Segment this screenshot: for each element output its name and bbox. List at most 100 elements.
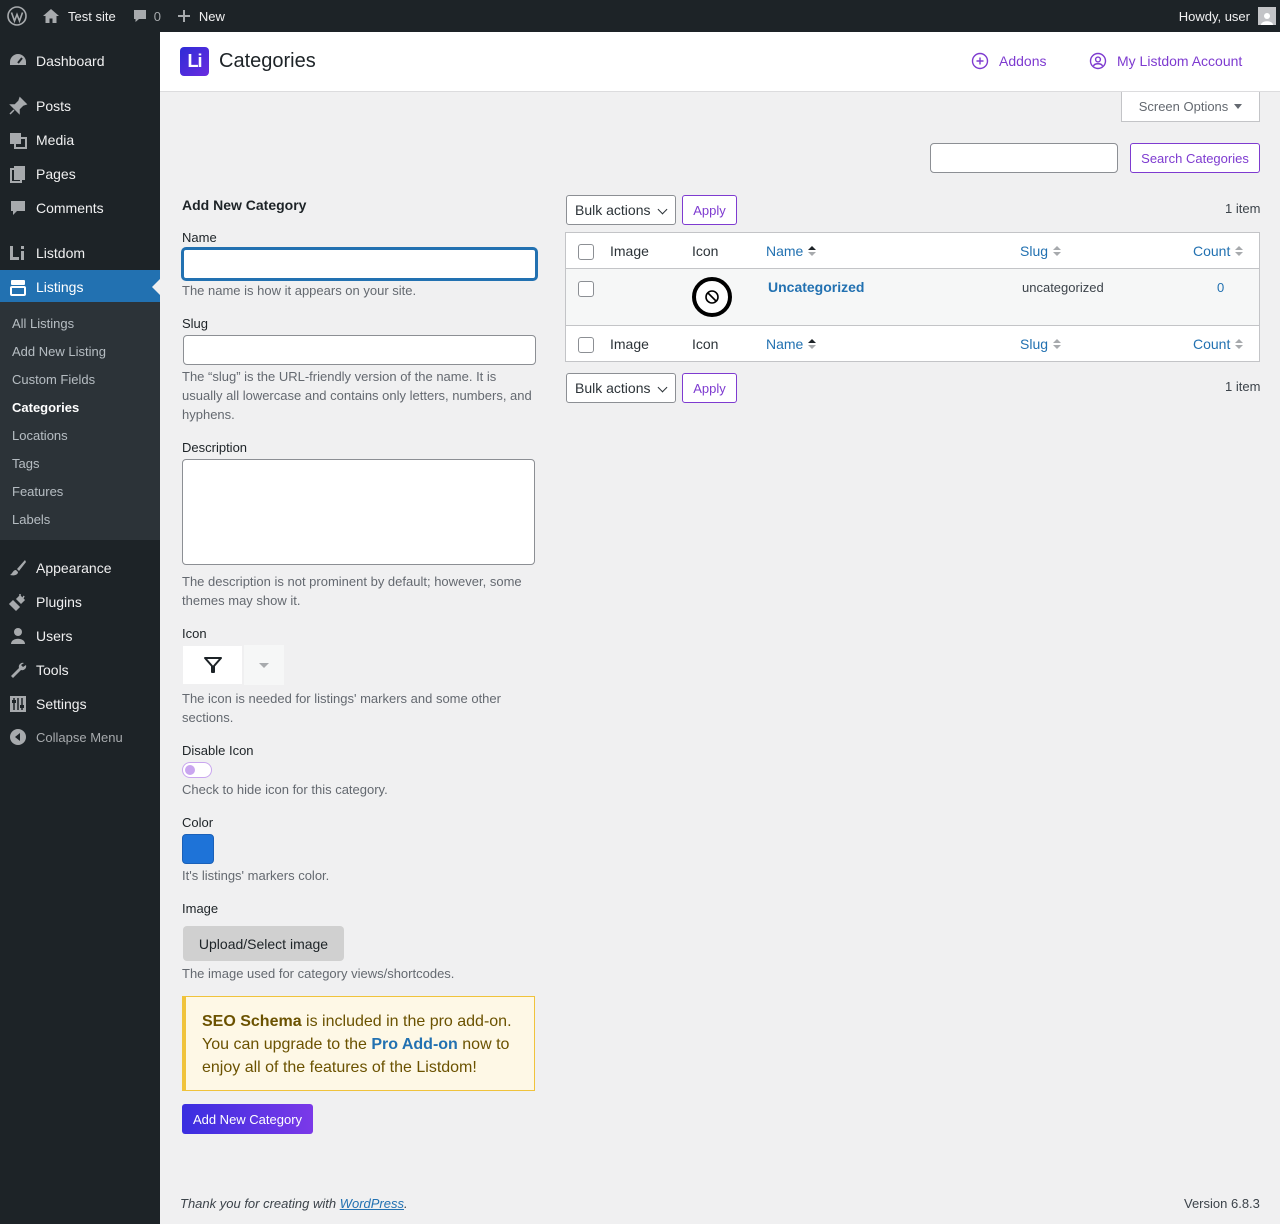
ban-icon bbox=[692, 277, 732, 317]
my-account-button[interactable]: My Listdom Account bbox=[1089, 52, 1242, 70]
sidebar-item-listings[interactable]: Listings bbox=[0, 270, 160, 304]
dashboard-icon bbox=[0, 51, 36, 71]
select-all-checkbox-top[interactable] bbox=[578, 244, 594, 260]
submenu-custom-fields[interactable]: Custom Fields bbox=[12, 372, 95, 387]
submenu-locations[interactable]: Locations bbox=[12, 428, 68, 443]
new-content-link[interactable]: New bbox=[169, 0, 233, 32]
admin-bar: Test site 0 New Howdy, user bbox=[0, 0, 1280, 32]
sidebar-item-settings[interactable]: Settings bbox=[0, 687, 160, 721]
pages-icon bbox=[0, 164, 36, 184]
sidebar-item-dashboard[interactable]: Dashboard bbox=[0, 44, 160, 78]
categories-table: Image Icon Name Slug Count Uncategorized… bbox=[565, 232, 1260, 362]
bulk-actions-select-bottom[interactable]: Bulk actions bbox=[566, 373, 676, 403]
column-name-sort[interactable]: Name bbox=[766, 243, 817, 259]
sidebar-item-media[interactable]: Media bbox=[0, 123, 160, 157]
sort-indicator-icon bbox=[808, 246, 817, 256]
submenu-all-listings[interactable]: All Listings bbox=[12, 316, 74, 331]
bulk-actions-select-top[interactable]: Bulk actions bbox=[566, 195, 676, 225]
category-count-link[interactable]: 0 bbox=[1217, 280, 1224, 295]
submenu-tags[interactable]: Tags bbox=[12, 456, 39, 471]
collapse-menu-button[interactable]: Collapse Menu bbox=[0, 720, 160, 754]
caret-down-icon bbox=[259, 662, 269, 668]
listings-submenu: All Listings Add New Listing Custom Fiel… bbox=[0, 302, 160, 540]
sidebar-item-label: Users bbox=[36, 628, 73, 644]
column-count-sort[interactable]: Count bbox=[1193, 243, 1244, 259]
admin-sidebar: Dashboard Posts Media Pages Comments Lis… bbox=[0, 32, 160, 1224]
comments-count: 0 bbox=[153, 8, 161, 24]
apply-button-bottom[interactable]: Apply bbox=[682, 373, 737, 403]
addons-link[interactable]: Addons bbox=[971, 52, 1046, 70]
comment-icon bbox=[0, 198, 36, 218]
column-image-footer: Image bbox=[610, 336, 649, 352]
submenu-labels[interactable]: Labels bbox=[12, 512, 50, 527]
column-image: Image bbox=[610, 243, 649, 259]
comments-link[interactable]: 0 bbox=[124, 0, 169, 32]
brush-icon bbox=[0, 558, 36, 578]
column-count-label: Count bbox=[1193, 336, 1231, 352]
sidebar-item-listdom[interactable]: Listdom bbox=[0, 236, 160, 270]
sidebar-item-label: Pages bbox=[36, 166, 76, 182]
row-checkbox[interactable] bbox=[578, 281, 594, 297]
sliders-icon bbox=[0, 694, 36, 714]
bulk-actions-label: Bulk actions bbox=[575, 380, 651, 396]
upload-image-button[interactable]: Upload/Select image bbox=[183, 926, 344, 961]
sort-indicator-icon bbox=[1235, 339, 1244, 349]
icon-picker-dropdown[interactable] bbox=[244, 645, 284, 685]
plus-icon bbox=[177, 10, 190, 22]
pro-addon-link[interactable]: Pro Add-on bbox=[371, 1036, 458, 1053]
my-account-link[interactable]: Howdy, user bbox=[1171, 0, 1280, 32]
column-count-sort-footer[interactable]: Count bbox=[1193, 336, 1244, 352]
wordpress-logo-icon[interactable] bbox=[0, 0, 34, 32]
chevron-down-icon bbox=[657, 382, 668, 393]
new-label: New bbox=[198, 8, 225, 24]
select-all-checkbox-bottom[interactable] bbox=[578, 337, 594, 353]
listdom-logo-icon bbox=[0, 243, 36, 263]
pro-addon-notice: SEO Schema is included in the pro add-on… bbox=[182, 996, 535, 1091]
site-name-link[interactable]: Test site bbox=[34, 0, 124, 32]
sidebar-item-plugins[interactable]: Plugins bbox=[0, 585, 160, 619]
screen-options-button[interactable]: Screen Options bbox=[1121, 92, 1260, 122]
submenu-categories[interactable]: Categories bbox=[12, 400, 79, 415]
sidebar-item-pages[interactable]: Pages bbox=[0, 157, 160, 191]
filter-icon[interactable] bbox=[182, 645, 243, 685]
image-label: Image bbox=[182, 901, 219, 916]
footer-thanks-text: Thank you for creating with bbox=[180, 1196, 340, 1211]
search-input[interactable] bbox=[930, 143, 1118, 173]
divider bbox=[566, 325, 1259, 326]
disable-icon-description: Check to hide icon for this category. bbox=[182, 782, 388, 797]
column-slug-sort-footer[interactable]: Slug bbox=[1020, 336, 1062, 352]
name-field[interactable] bbox=[182, 248, 537, 280]
disable-icon-toggle[interactable] bbox=[182, 762, 212, 778]
sidebar-item-comments[interactable]: Comments bbox=[0, 191, 160, 225]
apply-button-top[interactable]: Apply bbox=[682, 195, 737, 225]
user-icon bbox=[0, 626, 36, 646]
slug-field[interactable] bbox=[183, 335, 536, 365]
submenu-add-new-listing[interactable]: Add New Listing bbox=[12, 344, 106, 359]
greeting: Howdy, user bbox=[1178, 8, 1250, 24]
sidebar-item-appearance[interactable]: Appearance bbox=[0, 551, 160, 585]
search-categories-button[interactable]: Search Categories bbox=[1130, 143, 1260, 173]
comment-icon bbox=[133, 10, 146, 22]
submenu-features[interactable]: Features bbox=[12, 484, 63, 499]
sidebar-item-users[interactable]: Users bbox=[0, 619, 160, 653]
sort-indicator-icon bbox=[1053, 339, 1062, 349]
site-name: Test site bbox=[68, 8, 116, 24]
wrench-icon bbox=[0, 660, 36, 680]
sidebar-item-tools[interactable]: Tools bbox=[0, 653, 160, 687]
column-name-sort-footer[interactable]: Name bbox=[766, 336, 817, 352]
media-icon bbox=[0, 130, 36, 150]
column-slug-label: Slug bbox=[1020, 243, 1049, 259]
column-slug-sort[interactable]: Slug bbox=[1020, 243, 1062, 259]
category-name-link[interactable]: Uncategorized bbox=[768, 279, 864, 295]
description-help: The description is not prominent by defa… bbox=[182, 574, 522, 608]
sidebar-item-posts[interactable]: Posts bbox=[0, 89, 160, 123]
items-count-top: 1 item bbox=[1225, 201, 1261, 216]
add-new-category-button[interactable]: Add New Category bbox=[182, 1104, 313, 1134]
color-picker-swatch[interactable] bbox=[182, 834, 214, 864]
bulk-actions-label: Bulk actions bbox=[575, 202, 651, 218]
sidebar-item-label: Plugins bbox=[36, 594, 82, 610]
wordpress-link[interactable]: WordPress bbox=[340, 1196, 404, 1211]
description-textarea[interactable] bbox=[182, 459, 535, 565]
column-name-label: Name bbox=[766, 243, 804, 259]
icon-picker[interactable] bbox=[182, 645, 284, 685]
